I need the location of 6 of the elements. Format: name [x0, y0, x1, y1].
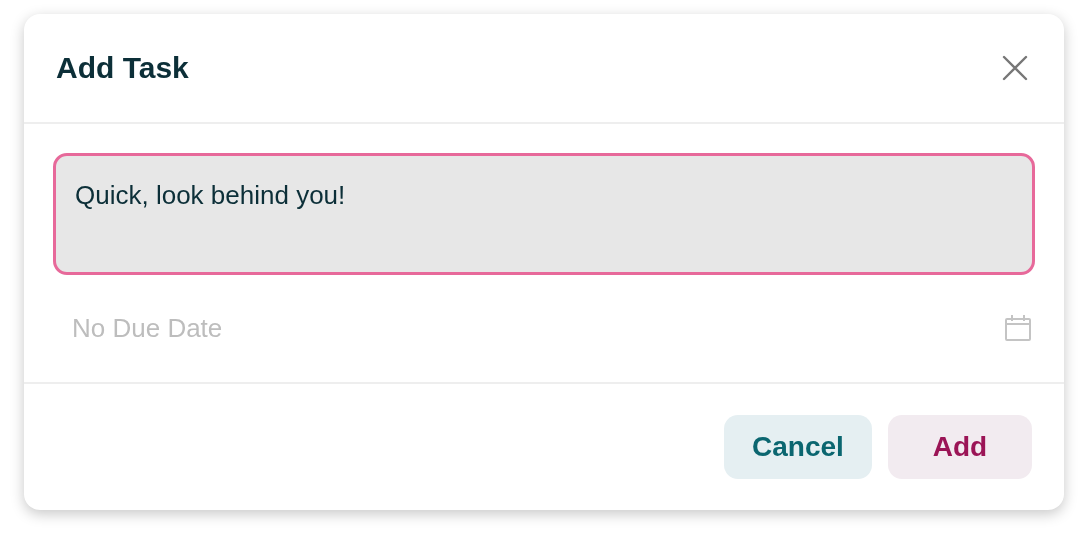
- task-input-field[interactable]: Quick, look behind you!: [53, 153, 1035, 275]
- cancel-button[interactable]: Cancel: [724, 415, 872, 479]
- close-icon: [1002, 55, 1028, 81]
- dialog-title: Add Task: [56, 50, 189, 86]
- add-button[interactable]: Add: [888, 415, 1032, 479]
- due-date-field[interactable]: No Due Date: [72, 308, 472, 348]
